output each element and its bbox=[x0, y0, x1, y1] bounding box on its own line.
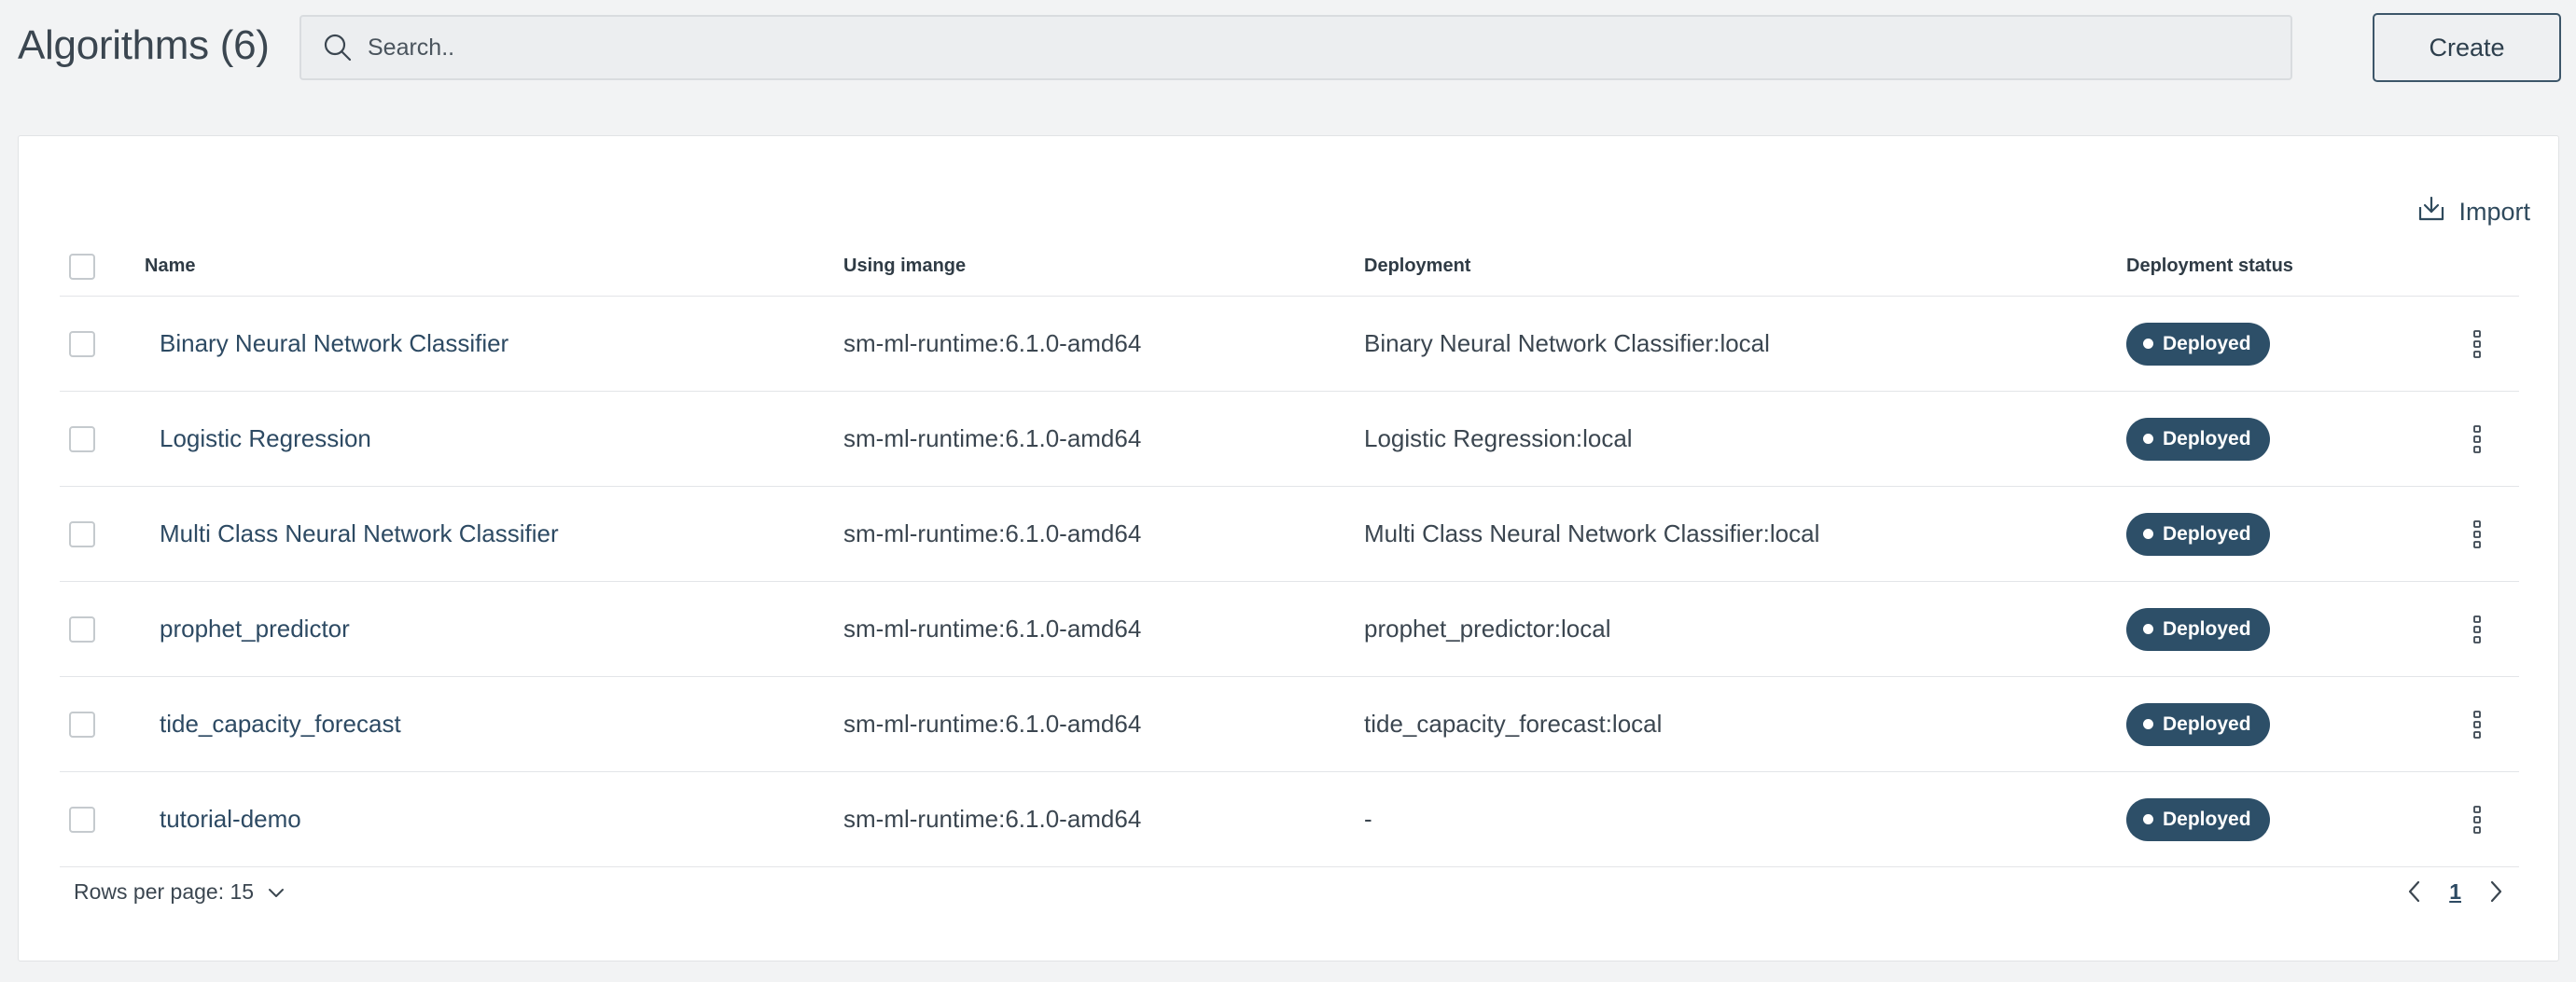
table-row: Binary Neural Network Classifier sm-ml-r… bbox=[60, 297, 2519, 392]
algorithms-card: Import Name Using imange Deployment Depl… bbox=[18, 135, 2559, 961]
row-checkbox[interactable] bbox=[69, 330, 95, 357]
deployment-cell: tide_capacity_forecast:local bbox=[1364, 710, 1663, 738]
algorithm-name-link[interactable]: prophet_predictor bbox=[160, 582, 350, 676]
status-badge: Deployed bbox=[2126, 512, 2270, 556]
search-icon bbox=[319, 29, 356, 66]
image-cell: sm-ml-runtime:6.1.0-amd64 bbox=[843, 329, 1142, 357]
status-badge: Deployed bbox=[2126, 322, 2270, 366]
deployment-cell: prophet_predictor:local bbox=[1364, 615, 1611, 643]
kebab-menu-icon[interactable] bbox=[2463, 325, 2491, 363]
deployment-cell: Logistic Regression:local bbox=[1364, 424, 1633, 452]
table-header: Name Using imange Deployment Deployment … bbox=[60, 237, 2519, 297]
status-label: Deployed bbox=[2163, 332, 2251, 354]
status-badge: Deployed bbox=[2126, 607, 2270, 651]
row-checkbox[interactable] bbox=[69, 806, 95, 833]
image-cell: sm-ml-runtime:6.1.0-amd64 bbox=[843, 615, 1142, 643]
status-label: Deployed bbox=[2163, 522, 2251, 545]
import-button[interactable]: Import bbox=[2417, 195, 2530, 229]
algorithm-name-link[interactable]: Binary Neural Network Classifier bbox=[160, 297, 508, 391]
status-dot-icon bbox=[2143, 719, 2153, 729]
import-label: Import bbox=[2458, 198, 2530, 226]
status-dot-icon bbox=[2143, 624, 2153, 634]
status-label: Deployed bbox=[2163, 617, 2251, 640]
chevron-down-icon bbox=[267, 879, 285, 905]
column-header-image[interactable]: Using imange bbox=[843, 237, 966, 296]
algorithms-table: Name Using imange Deployment Deployment … bbox=[60, 237, 2519, 867]
table-row: Logistic Regression sm-ml-runtime:6.1.0-… bbox=[60, 392, 2519, 487]
column-header-deployment[interactable]: Deployment bbox=[1364, 237, 1470, 296]
row-checkbox[interactable] bbox=[69, 615, 95, 643]
image-cell: sm-ml-runtime:6.1.0-amd64 bbox=[843, 805, 1142, 833]
status-dot-icon bbox=[2143, 339, 2153, 349]
status-badge: Deployed bbox=[2126, 797, 2270, 841]
table-row: tide_capacity_forecast sm-ml-runtime:6.1… bbox=[60, 677, 2519, 772]
rows-per-page-select[interactable]: Rows per page: 15 bbox=[74, 864, 285, 920]
table-footer: Rows per page: 15 1 bbox=[19, 864, 2558, 920]
create-button[interactable]: Create bbox=[2373, 13, 2561, 82]
deployment-cell: - bbox=[1364, 805, 1372, 833]
rows-per-page-label: Rows per page: 15 bbox=[74, 878, 255, 904]
table-row: tutorial-demo sm-ml-runtime:6.1.0-amd64 … bbox=[60, 772, 2519, 867]
status-dot-icon bbox=[2143, 434, 2153, 444]
deployment-cell: Multi Class Neural Network Classifier:lo… bbox=[1364, 519, 1820, 547]
page-number[interactable]: 1 bbox=[2449, 879, 2461, 905]
algorithm-name-link[interactable]: Logistic Regression bbox=[160, 392, 371, 486]
image-cell: sm-ml-runtime:6.1.0-amd64 bbox=[843, 519, 1142, 547]
status-badge: Deployed bbox=[2126, 417, 2270, 461]
deployment-cell: Binary Neural Network Classifier:local bbox=[1364, 329, 1770, 357]
kebab-menu-icon[interactable] bbox=[2463, 611, 2491, 648]
row-checkbox[interactable] bbox=[69, 425, 95, 452]
image-cell: sm-ml-runtime:6.1.0-amd64 bbox=[843, 710, 1142, 738]
status-badge: Deployed bbox=[2126, 702, 2270, 746]
table-row: Multi Class Neural Network Classifier sm… bbox=[60, 487, 2519, 582]
chevron-left-icon[interactable] bbox=[2401, 875, 2429, 908]
algorithm-name-link[interactable]: tutorial-demo bbox=[160, 772, 301, 866]
column-header-deployment-status[interactable]: Deployment status bbox=[2126, 237, 2293, 296]
page-title: Algorithms (6) bbox=[18, 22, 270, 68]
pagination: 1 bbox=[2401, 864, 2510, 920]
search-input[interactable] bbox=[368, 29, 2234, 66]
chevron-right-icon[interactable] bbox=[2482, 875, 2510, 908]
table-row: prophet_predictor sm-ml-runtime:6.1.0-am… bbox=[60, 582, 2519, 677]
kebab-menu-icon[interactable] bbox=[2463, 706, 2491, 743]
row-checkbox[interactable] bbox=[69, 711, 95, 738]
status-label: Deployed bbox=[2163, 712, 2251, 735]
status-label: Deployed bbox=[2163, 427, 2251, 450]
status-label: Deployed bbox=[2163, 808, 2251, 830]
row-checkbox[interactable] bbox=[69, 520, 95, 547]
status-dot-icon bbox=[2143, 529, 2153, 539]
kebab-menu-icon[interactable] bbox=[2463, 516, 2491, 553]
search-bar[interactable] bbox=[299, 15, 2292, 80]
kebab-menu-icon[interactable] bbox=[2463, 421, 2491, 458]
image-cell: sm-ml-runtime:6.1.0-amd64 bbox=[843, 424, 1142, 452]
column-header-name[interactable]: Name bbox=[145, 237, 195, 296]
status-dot-icon bbox=[2143, 814, 2153, 824]
algorithm-name-link[interactable]: tide_capacity_forecast bbox=[160, 677, 401, 771]
top-bar: Algorithms (6) Create bbox=[0, 0, 2576, 97]
algorithm-name-link[interactable]: Multi Class Neural Network Classifier bbox=[160, 487, 559, 581]
kebab-menu-icon[interactable] bbox=[2463, 801, 2491, 838]
import-icon bbox=[2417, 195, 2445, 229]
select-all-checkbox[interactable] bbox=[69, 253, 95, 280]
